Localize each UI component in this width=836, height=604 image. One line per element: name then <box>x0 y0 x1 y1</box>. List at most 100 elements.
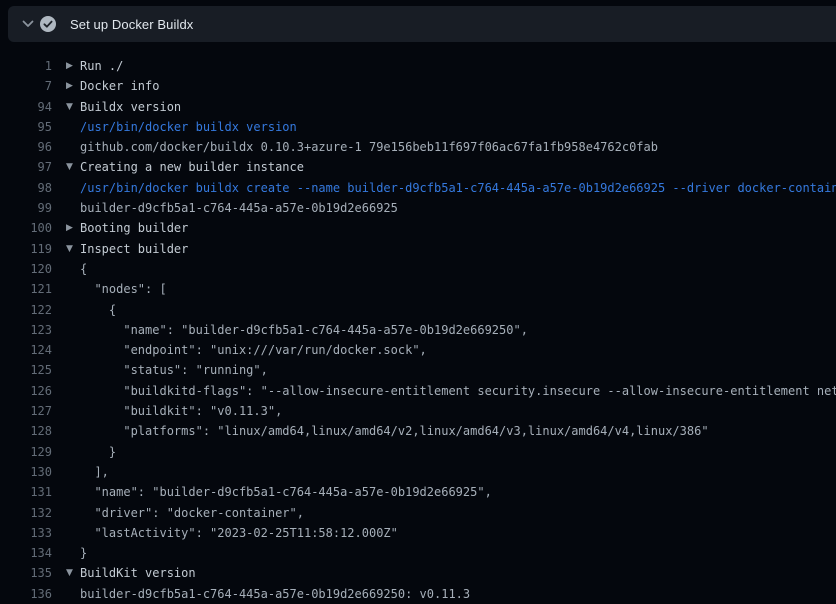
marker-spacer <box>66 442 80 462</box>
marker-spacer <box>66 320 80 340</box>
line-number-link[interactable]: 134 <box>0 543 52 563</box>
marker-spacer <box>66 523 80 543</box>
log-text: "buildkitd-flags": "--allow-insecure-ent… <box>80 381 836 401</box>
log-text: "name": "builder-d9cfb5a1-c764-445a-a57e… <box>80 482 492 502</box>
log-line: 98/usr/bin/docker buildx create --name b… <box>0 178 836 198</box>
log-text: Creating a new builder instance <box>80 157 304 177</box>
log-text: Buildx version <box>80 97 181 117</box>
marker-spacer <box>66 421 80 441</box>
log-line: 123 "name": "builder-d9cfb5a1-c764-445a-… <box>0 320 836 340</box>
group-expanded-icon[interactable]: ▼ <box>66 157 80 177</box>
log-line: 99 builder-d9cfb5a1-c764-445a-a57e-0b19d2… <box>0 198 836 218</box>
log-line[interactable]: 94 ▼Buildx version <box>0 97 836 117</box>
step-header[interactable]: Set up Docker Buildx <box>8 6 836 42</box>
log-text: "driver": "docker-container", <box>80 503 304 523</box>
line-number-link[interactable]: 128 <box>0 421 52 441</box>
log-line: 95/usr/bin/docker buildx version <box>0 117 836 137</box>
log-text: { <box>80 300 116 320</box>
line-number-link[interactable]: 7 <box>0 76 52 96</box>
line-number-link[interactable]: 119 <box>0 239 52 259</box>
chevron-down-icon[interactable] <box>18 14 38 34</box>
line-number-link[interactable]: 126 <box>0 381 52 401</box>
marker-spacer <box>66 543 80 563</box>
log-text: Run ./ <box>80 56 123 76</box>
line-number-link[interactable]: 124 <box>0 340 52 360</box>
marker-spacer <box>66 360 80 380</box>
log-line[interactable]: 135▼BuildKit version <box>0 563 836 583</box>
log-line[interactable]: 100 ▶Booting builder <box>0 218 836 238</box>
log-line[interactable]: 7 ▶Docker info <box>0 76 836 96</box>
log-line[interactable]: 119 ▼Inspect builder <box>0 239 836 259</box>
line-number-link[interactable]: 133 <box>0 523 52 543</box>
line-number-link[interactable]: 120 <box>0 259 52 279</box>
line-number-link[interactable]: 130 <box>0 462 52 482</box>
log-text: Booting builder <box>80 218 188 238</box>
log-line: 122 { <box>0 300 836 320</box>
marker-spacer <box>66 279 80 299</box>
line-number-link[interactable]: 121 <box>0 279 52 299</box>
marker-spacer <box>66 381 80 401</box>
marker-spacer <box>66 300 80 320</box>
log-line: 124 "endpoint": "unix:///var/run/docker.… <box>0 340 836 360</box>
actions-log-viewer: Set up Docker Buildx 1▶Run ./7▶Docker in… <box>0 0 836 604</box>
log-line: 133 "lastActivity": "2023-02-25T11:58:12… <box>0 523 836 543</box>
log-line: 128 "platforms": "linux/amd64,linux/amd6… <box>0 421 836 441</box>
line-number-link[interactable]: 129 <box>0 442 52 462</box>
line-number-link[interactable]: 131 <box>0 482 52 502</box>
log-text: Inspect builder <box>80 239 188 259</box>
line-number-link[interactable]: 95 <box>0 117 52 137</box>
marker-spacer <box>66 117 80 137</box>
marker-spacer <box>66 482 80 502</box>
log-text: builder-d9cfb5a1-c764-445a-a57e-0b19d2e6… <box>80 198 398 218</box>
group-collapsed-icon[interactable]: ▶ <box>66 76 80 96</box>
line-number-link[interactable]: 94 <box>0 97 52 117</box>
line-number-link[interactable]: 123 <box>0 320 52 340</box>
log-line: 134} <box>0 543 836 563</box>
marker-spacer <box>66 462 80 482</box>
log-text: "status": "running", <box>80 360 268 380</box>
group-expanded-icon[interactable]: ▼ <box>66 563 80 583</box>
line-number-link[interactable]: 135 <box>0 563 52 583</box>
log-text: /usr/bin/docker buildx create --name bui… <box>80 178 836 198</box>
line-number-link[interactable]: 99 <box>0 198 52 218</box>
log-text: "platforms": "linux/amd64,linux/amd64/v2… <box>80 421 709 441</box>
line-number-link[interactable]: 97 <box>0 157 52 177</box>
marker-spacer <box>66 137 80 157</box>
log-line: 127 "buildkit": "v0.11.3", <box>0 401 836 421</box>
line-number-link[interactable]: 98 <box>0 178 52 198</box>
log-line: 136 builder-d9cfb5a1-c764-445a-a57e-0b19d… <box>0 584 836 604</box>
log-text: "buildkit": "v0.11.3", <box>80 401 282 421</box>
group-expanded-icon[interactable]: ▼ <box>66 97 80 117</box>
log-text: "lastActivity": "2023-02-25T11:58:12.000… <box>80 523 398 543</box>
log-line: 120 { <box>0 259 836 279</box>
check-circle-icon <box>40 16 56 32</box>
line-number-link[interactable]: 127 <box>0 401 52 421</box>
log-text: "nodes": [ <box>80 279 167 299</box>
log-text: "name": "builder-d9cfb5a1-c764-445a-a57e… <box>80 320 528 340</box>
marker-spacer <box>66 340 80 360</box>
log-line: 125 "status": "running", <box>0 360 836 380</box>
marker-spacer <box>66 401 80 421</box>
group-collapsed-icon[interactable]: ▶ <box>66 218 80 238</box>
log-text: Docker info <box>80 76 159 96</box>
log-text: { <box>80 259 87 279</box>
log-line: 131 "name": "builder-d9cfb5a1-c764-445a-… <box>0 482 836 502</box>
line-number-link[interactable]: 136 <box>0 584 52 604</box>
log-text: builder-d9cfb5a1-c764-445a-a57e-0b19d2e6… <box>80 584 470 604</box>
log-text: github.com/docker/buildx 0.10.3+azure-1 … <box>80 137 658 157</box>
line-number-link[interactable]: 125 <box>0 360 52 380</box>
group-expanded-icon[interactable]: ▼ <box>66 239 80 259</box>
marker-spacer <box>66 259 80 279</box>
line-number-link[interactable]: 96 <box>0 137 52 157</box>
step-title: Set up Docker Buildx <box>70 17 193 32</box>
line-number-link[interactable]: 122 <box>0 300 52 320</box>
group-collapsed-icon[interactable]: ▶ <box>66 56 80 76</box>
line-number-link[interactable]: 1 <box>0 56 52 76</box>
log-line[interactable]: 1 ▶Run ./ <box>0 56 836 76</box>
line-number-link[interactable]: 132 <box>0 503 52 523</box>
log-line[interactable]: 97 ▼Creating a new builder instance <box>0 157 836 177</box>
log-lines: 1▶Run ./7▶Docker info94▼Buildx version95… <box>0 42 836 604</box>
marker-spacer <box>66 584 80 604</box>
line-number-link[interactable]: 100 <box>0 218 52 238</box>
marker-spacer <box>66 503 80 523</box>
